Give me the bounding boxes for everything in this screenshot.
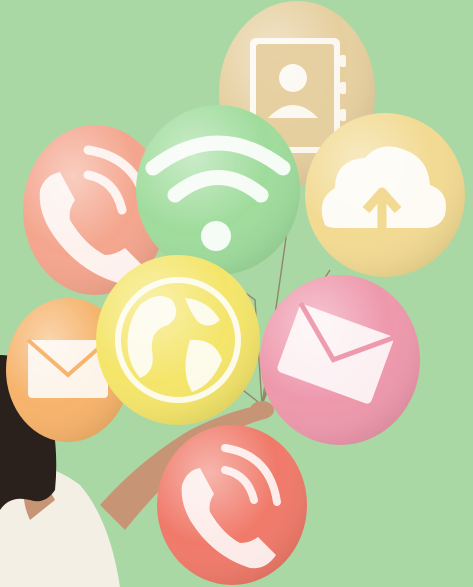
person-hand <box>250 401 274 419</box>
balloon-photo-scene <box>0 0 473 587</box>
balloon-phone-bottom <box>157 425 307 585</box>
mail-envelope-icon <box>26 338 110 398</box>
balloon-wifi <box>136 105 300 275</box>
balloon-globe <box>96 255 260 425</box>
balloon-cloud <box>305 113 465 277</box>
balloon-mail-right <box>260 275 420 445</box>
balloon-illustration <box>0 0 473 587</box>
